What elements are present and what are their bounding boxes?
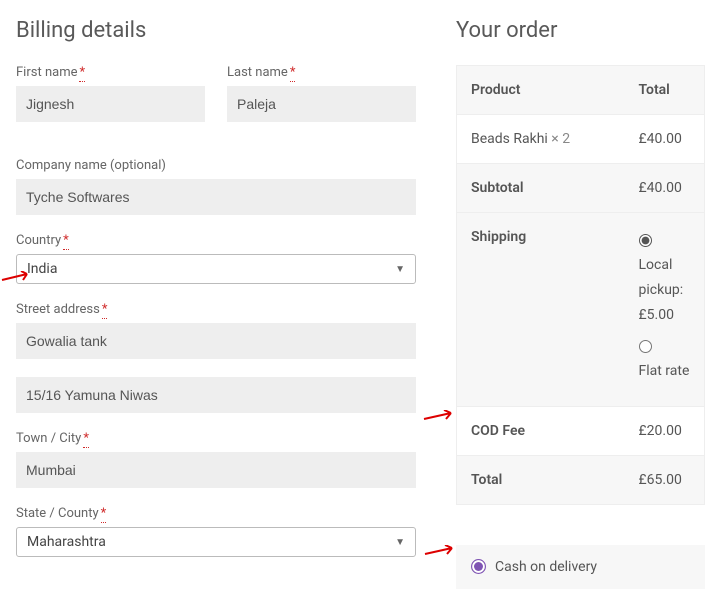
payment-cod-label: Cash on delivery [495, 559, 597, 575]
total-label: Total [457, 455, 625, 504]
billing-title: Billing details [16, 18, 416, 43]
cod-fee-label: COD Fee [457, 406, 625, 455]
chevron-down-icon: ▼ [395, 537, 405, 548]
company-input[interactable] [16, 179, 416, 215]
shipping-local-pickup-label: Local pickup: £5.00 [639, 253, 691, 329]
subtotal-label: Subtotal [457, 164, 625, 213]
total-value: £65.00 [625, 455, 705, 504]
required-icon: * [290, 65, 296, 82]
col-product: Product [457, 66, 625, 115]
chevron-down-icon: ▼ [395, 264, 405, 275]
required-icon: * [102, 302, 108, 319]
required-icon: * [63, 233, 69, 250]
line-item: Beads Rakhi × 2 [457, 115, 625, 164]
required-icon: * [83, 431, 89, 448]
payment-cod-radio[interactable] [471, 559, 486, 574]
first-name-input[interactable] [16, 86, 205, 122]
col-total: Total [625, 66, 705, 115]
order-title: Your order [456, 18, 705, 43]
shipping-flat-rate-radio[interactable] [639, 340, 652, 353]
last-name-label: Last name* [227, 65, 416, 80]
street-address-1-input[interactable] [16, 323, 416, 359]
state-label: State / County* [16, 506, 416, 521]
last-name-input[interactable] [227, 86, 416, 122]
subtotal-value: £40.00 [625, 164, 705, 213]
cod-fee-value: £20.00 [625, 406, 705, 455]
shipping-flat-rate-label: Flat rate [639, 359, 690, 384]
order-summary-table: Product Total Beads Rakhi × 2 £40.00 Sub… [456, 65, 705, 505]
shipping-label: Shipping [457, 213, 625, 407]
company-label: Company name (optional) [16, 158, 416, 173]
first-name-label: First name* [16, 65, 205, 80]
shipping-local-pickup-radio[interactable] [639, 234, 652, 247]
city-label: Town / City* [16, 431, 416, 446]
required-icon: * [101, 506, 107, 523]
country-select[interactable]: India ▼ [16, 254, 416, 284]
state-select[interactable]: Maharashtra ▼ [16, 527, 416, 557]
required-icon: * [79, 65, 85, 82]
city-input[interactable] [16, 452, 416, 488]
street-address-2-input[interactable] [16, 377, 416, 413]
country-label: Country* [16, 233, 416, 248]
line-item-total: £40.00 [625, 115, 705, 164]
street-label: Street address* [16, 302, 416, 317]
